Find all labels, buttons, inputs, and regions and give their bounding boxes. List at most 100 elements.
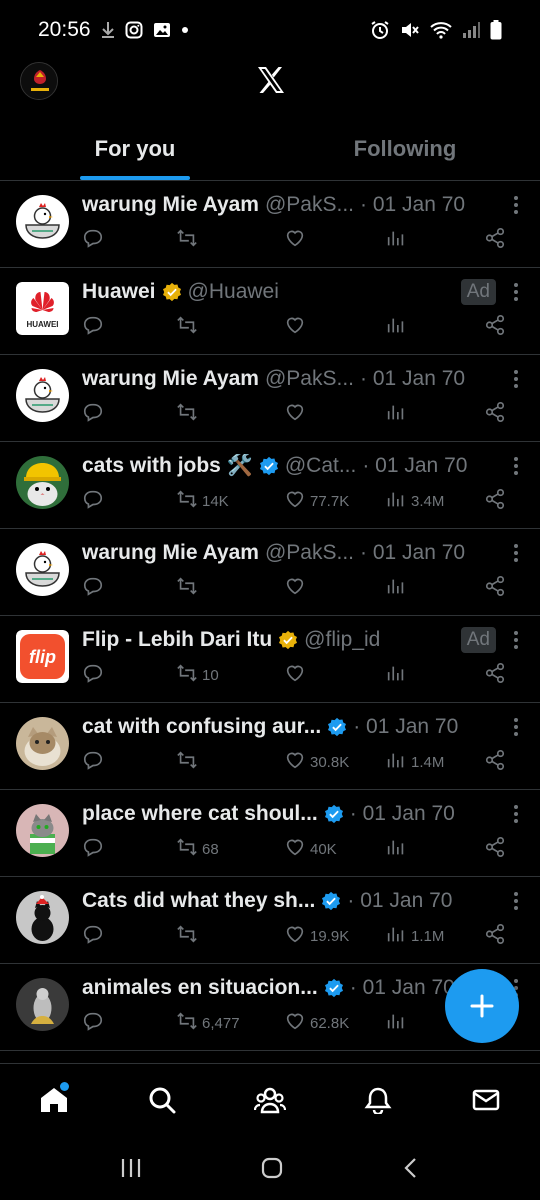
nav-messages[interactable] [432,1064,540,1135]
like-button[interactable]: 19.9K [284,923,349,949]
post-author-handle[interactable]: @Cat... [285,454,357,478]
post-item[interactable]: cat with confusing aur... · 01 Jan 70 30.8… [0,703,540,790]
share-button[interactable] [484,314,506,340]
views-button[interactable] [385,662,411,688]
more-options-icon[interactable] [510,628,522,652]
cat-hardhat-avatar[interactable] [16,456,69,509]
post-author-handle[interactable]: @Huawei [188,280,279,304]
views-button[interactable] [385,836,411,862]
like-button[interactable]: 30.8K [284,749,349,775]
post-item[interactable]: Cats did what they sh... · 01 Jan 70 19.9K… [0,877,540,964]
chicken-bowl-avatar[interactable] [16,369,69,422]
share-button[interactable] [484,749,506,775]
cat-photo-avatar[interactable] [16,717,69,770]
post-item[interactable]: flip Flip - Lebih Dari Itu @flip_id Ad 10 [0,616,540,703]
more-options-icon[interactable] [510,802,522,826]
views-button[interactable] [385,575,411,601]
post-timestamp[interactable]: · 01 Jan 70 [350,976,455,1000]
post-author-name[interactable]: Flip - Lebih Dari Itu [82,628,272,652]
more-options-icon[interactable] [510,367,522,391]
recent-apps-icon[interactable] [119,1157,143,1179]
post-author-handle[interactable]: @PakS... [265,193,354,217]
post-author-name[interactable]: Huawei [82,280,156,304]
share-button[interactable] [484,401,506,427]
tab-for-you[interactable]: For you [0,118,270,180]
post-item[interactable]: warung Mie Ayam @PakS... · 01 Jan 70 [0,355,540,442]
views-button[interactable] [385,401,411,427]
reply-button[interactable] [82,1010,108,1036]
compose-post-button[interactable] [445,969,519,1043]
flip-logo-avatar[interactable]: flip [16,630,69,683]
post-timestamp[interactable]: · 01 Jan 70 [360,193,465,217]
like-button[interactable]: 40K [284,836,337,862]
share-button[interactable] [484,488,506,514]
post-author-name[interactable]: warung Mie Ayam [82,367,259,391]
repost-button[interactable] [176,401,202,427]
share-button[interactable] [484,923,506,949]
more-options-icon[interactable] [510,889,522,913]
repost-button[interactable]: 10 [176,662,219,688]
post-item[interactable]: cats with jobs 🛠️ @Cat... · 01 Jan 70 14K 77… [0,442,540,529]
post-item[interactable]: place where cat shoul... · 01 Jan 70 68 40K [0,790,540,877]
views-button[interactable] [385,227,411,253]
post-timestamp[interactable]: · 01 Jan 70 [353,715,458,739]
more-options-icon[interactable] [510,193,522,217]
back-icon[interactable] [401,1156,421,1180]
post-item[interactable]: warung Mie Ayam @PakS... · 01 Jan 70 [0,529,540,616]
views-button[interactable] [385,1010,411,1036]
reply-button[interactable] [82,749,108,775]
more-options-icon[interactable] [510,715,522,739]
reply-button[interactable] [82,401,108,427]
more-options-icon[interactable] [510,454,522,478]
tab-following[interactable]: Following [270,118,540,180]
nav-communities[interactable] [216,1064,324,1135]
like-button[interactable] [284,227,310,253]
reply-button[interactable] [82,488,108,514]
post-author-name[interactable]: animales en situacion... [82,976,318,1000]
repost-button[interactable]: 68 [176,836,219,862]
share-button[interactable] [484,662,506,688]
reply-button[interactable] [82,575,108,601]
like-button[interactable] [284,662,310,688]
animal-photo-avatar[interactable] [16,978,69,1031]
share-button[interactable] [484,836,506,862]
post-timestamp[interactable]: · 01 Jan 70 [360,541,465,565]
post-author-name[interactable]: cats with jobs 🛠️ [82,454,253,478]
reply-button[interactable] [82,227,108,253]
more-options-icon[interactable] [510,541,522,565]
repost-button[interactable] [176,227,202,253]
repost-button[interactable] [176,749,202,775]
views-button[interactable] [385,314,411,340]
repost-button[interactable]: 14K [176,488,229,514]
views-button[interactable]: 1.4M [385,749,444,775]
chicken-bowl-avatar[interactable] [16,543,69,596]
timeline-feed[interactable]: warung Mie Ayam @PakS... · 01 Jan 70 HUAWEI… [0,181,540,1063]
repost-button[interactable] [176,575,202,601]
repost-button[interactable] [176,923,202,949]
reply-button[interactable] [82,314,108,340]
post-timestamp[interactable]: · 01 Jan 70 [350,802,455,826]
repost-button[interactable] [176,314,202,340]
profile-avatar-button[interactable] [20,62,58,100]
reply-button[interactable] [82,836,108,862]
share-button[interactable] [484,227,506,253]
post-author-handle[interactable]: @PakS... [265,367,354,391]
like-button[interactable] [284,575,310,601]
post-author-name[interactable]: cat with confusing aur... [82,715,321,739]
post-author-name[interactable]: warung Mie Ayam [82,541,259,565]
nav-search[interactable] [108,1064,216,1135]
repost-button[interactable]: 6,477 [176,1010,240,1036]
like-button[interactable] [284,314,310,340]
home-button-icon[interactable] [260,1156,284,1180]
reply-button[interactable] [82,923,108,949]
chicken-bowl-avatar[interactable] [16,195,69,248]
cat-cup-avatar[interactable] [16,804,69,857]
views-button[interactable]: 3.4M [385,488,444,514]
huawei-logo-avatar[interactable]: HUAWEI [16,282,69,335]
post-author-handle[interactable]: @flip_id [304,628,380,652]
nav-home[interactable] [0,1064,108,1135]
post-author-name[interactable]: place where cat shoul... [82,802,318,826]
more-options-icon[interactable] [510,280,522,304]
post-timestamp[interactable]: · 01 Jan 70 [360,367,465,391]
post-author-name[interactable]: Cats did what they sh... [82,889,315,913]
